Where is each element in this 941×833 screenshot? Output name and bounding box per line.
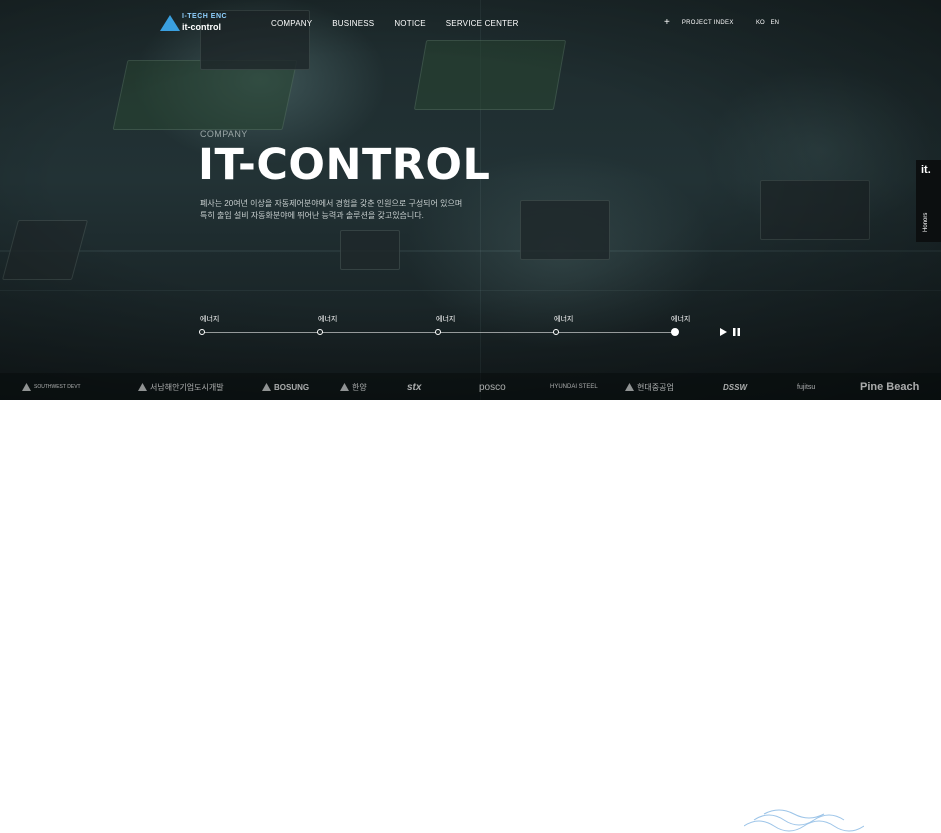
language-switcher: KO EN: [756, 20, 785, 26]
nav-business[interactable]: BUSINESS: [332, 19, 374, 28]
partner-logo: BOSUNG: [262, 373, 309, 400]
project-index-label: PROJECT INDEX: [681, 20, 734, 26]
partner-logo: 한양: [340, 373, 367, 400]
nav-company[interactable]: COMPANY: [271, 19, 312, 28]
partner-logo: stx: [407, 381, 422, 393]
side-logo: it.: [921, 164, 931, 176]
partner-mark-icon: [138, 383, 147, 391]
hero-description: 폐사는 20여년 이상을 자동제어분야에서 경험을 갖춘 인원으로 구성되어 있…: [200, 198, 462, 222]
page-content-start: [0, 400, 941, 832]
slide-step-dot[interactable]: [317, 329, 323, 335]
partner-mark-icon: [340, 383, 349, 391]
hero-subtitle: COMPANY: [200, 129, 248, 139]
site-header: I-TECH ENC it-control COMPANY BUSINESS N…: [0, 0, 941, 48]
side-panel[interactable]: it. Honors: [916, 160, 941, 242]
slide-step-label[interactable]: 에너지: [200, 314, 219, 324]
play-icon: [720, 328, 727, 336]
slide-step-dot[interactable]: [199, 329, 205, 335]
partner-logo: HYUNDAI STEEL: [550, 384, 598, 390]
main-nav: COMPANY BUSINESS NOTICE SERVICE CENTER: [271, 19, 539, 28]
partner-mark-icon: [262, 383, 271, 391]
partner-mark-icon: [22, 383, 31, 391]
logo-line1: I-TECH ENC: [182, 13, 228, 20]
slide-step-dot[interactable]: [553, 329, 559, 335]
nav-service-center[interactable]: SERVICE CENTER: [446, 19, 519, 28]
partner-logo: Pine Beach: [860, 381, 920, 393]
honors-label[interactable]: Honors: [923, 213, 929, 232]
partner-logo: 서남해안기업도시개발: [138, 373, 224, 400]
pause-button[interactable]: [732, 327, 741, 337]
slide-step-label[interactable]: 에너지: [436, 314, 455, 324]
logo-icon: [160, 15, 180, 31]
lang-ko[interactable]: KO: [756, 20, 765, 26]
desc-line: 폐사는 20여년 이상을 자동제어분야에서 경험을 갖춘 인원으로 구성되어 있…: [200, 199, 463, 208]
brand-logo[interactable]: I-TECH ENC it-control: [160, 13, 232, 35]
partner-logos-bar: SOUTHWEST DEVT 서남해안기업도시개발 BOSUNG 한양 stx …: [0, 373, 941, 400]
lang-en[interactable]: EN: [771, 20, 779, 26]
slide-step-label[interactable]: 에너지: [318, 314, 337, 324]
vignette: [0, 0, 941, 400]
slide-step-dot[interactable]: [435, 329, 441, 335]
slide-step-label[interactable]: 에너지: [671, 314, 690, 324]
logo-line2: it-control: [182, 22, 221, 32]
partner-logo: fujitsu: [797, 383, 816, 391]
partner-logo: posco: [479, 381, 506, 393]
pause-icon: [733, 328, 740, 336]
plus-icon: +: [664, 17, 670, 28]
partner-logo: SOUTHWEST DEVT: [22, 373, 81, 400]
slide-step-label[interactable]: 에너지: [554, 314, 573, 324]
wave-decoration: [744, 809, 864, 832]
nav-notice[interactable]: NOTICE: [394, 19, 425, 28]
desc-line: 특히 출입 설비 자동화분야에 뛰어난 능력과 솔루션을 갖고있습니다.: [200, 211, 424, 220]
partner-logo: 현대중공업: [625, 373, 674, 400]
project-index-link[interactable]: + PROJECT INDEX: [664, 17, 734, 28]
play-button[interactable]: [719, 327, 728, 337]
hero-banner: I-TECH ENC it-control COMPANY BUSINESS N…: [0, 0, 941, 400]
slide-step-dot-active[interactable]: [671, 328, 679, 336]
partner-logo: DSSW: [723, 382, 747, 392]
partner-mark-icon: [625, 383, 634, 391]
hero-title: IT-CONTROL: [198, 140, 491, 190]
